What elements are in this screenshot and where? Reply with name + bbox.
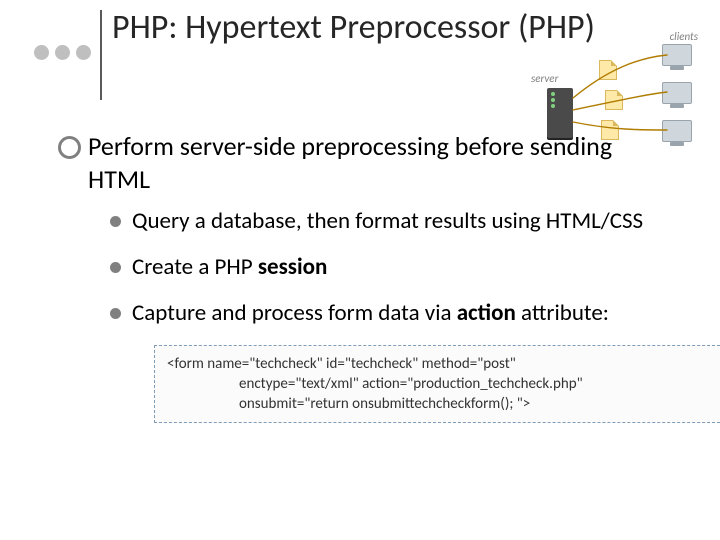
clients-label: clients bbox=[670, 30, 698, 43]
disc-bullet-icon bbox=[110, 262, 121, 273]
client-icon bbox=[662, 44, 692, 66]
document-icon bbox=[599, 60, 617, 80]
server-label: server bbox=[531, 72, 558, 85]
code-line: onsubmit="return onsubmittechcheckform()… bbox=[167, 394, 712, 414]
disc-bullet-icon bbox=[110, 308, 121, 319]
bullet-text: Query a database, then format results us… bbox=[132, 207, 643, 235]
bullet-level1: Perform server-side preprocessing before… bbox=[58, 130, 678, 195]
bullet-text: Capture and process form data via action… bbox=[132, 299, 609, 327]
document-icon bbox=[605, 90, 623, 110]
code-line: <form name="techcheck" id="techcheck" me… bbox=[167, 355, 516, 373]
bullet-level2: Query a database, then format results us… bbox=[110, 207, 678, 237]
code-line: enctype="text/xml" action="production_te… bbox=[167, 374, 712, 394]
ring-bullet-icon bbox=[58, 136, 81, 159]
title-divider bbox=[100, 10, 102, 100]
header-dots-icon bbox=[34, 45, 91, 60]
bullet-text: Perform server-side preprocessing before… bbox=[88, 130, 612, 195]
disc-bullet-icon bbox=[110, 216, 121, 227]
bullet-text: Create a PHP session bbox=[132, 253, 327, 281]
code-box: <form name="techcheck" id="techcheck" me… bbox=[154, 345, 720, 424]
client-icon bbox=[662, 82, 692, 104]
bullet-level2: Capture and process form data via action… bbox=[110, 299, 678, 329]
bullet-level2: Create a PHP session bbox=[110, 253, 678, 283]
